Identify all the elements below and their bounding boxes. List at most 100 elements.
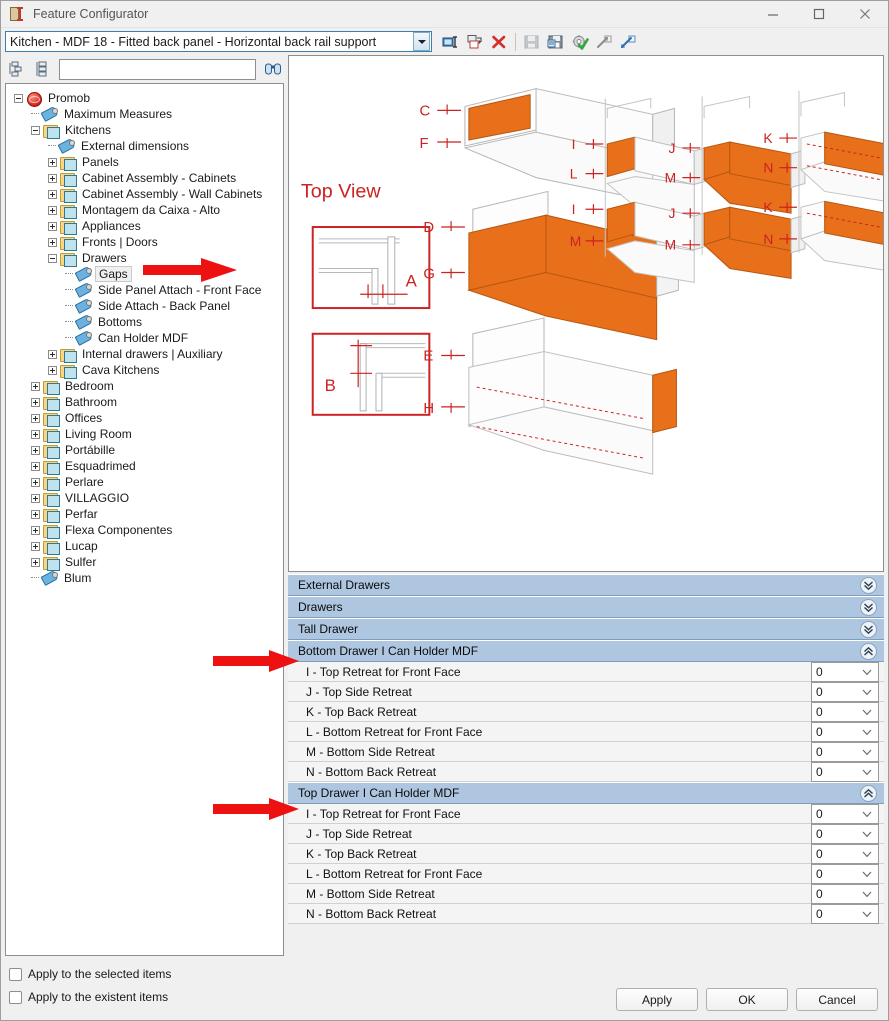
delete-icon[interactable] (487, 31, 511, 53)
expand-icon[interactable] (48, 221, 57, 231)
checkbox-box[interactable] (9, 967, 22, 981)
chevron-down-icon[interactable] (862, 907, 872, 921)
validate-settings-icon[interactable] (568, 31, 592, 53)
tree-item-side-attach-back-panel[interactable]: Side Attach - Back Panel (14, 298, 283, 314)
tree-item-montagem-da-caixa-alto[interactable]: Montagem da Caixa - Alto (14, 202, 283, 219)
property-value-dropdown[interactable]: 0 (811, 843, 879, 864)
tree-item-perfar[interactable]: Perfar (14, 506, 283, 523)
collapse-icon[interactable] (14, 93, 23, 103)
expand-icon[interactable] (48, 157, 57, 167)
tree-item-drawers[interactable]: Drawers (14, 250, 283, 267)
property-value-dropdown[interactable]: 0 (811, 681, 879, 702)
tree-item-promob[interactable]: Promob (14, 90, 283, 107)
apply-existent-checkbox[interactable]: Apply to the existent items (9, 990, 171, 1004)
save-as-icon[interactable] (544, 31, 568, 53)
tree-item-cabinet-assembly-wall-cabinets[interactable]: Cabinet Assembly - Wall Cabinets (14, 186, 283, 203)
property-value-dropdown[interactable]: 0 (811, 741, 879, 762)
tree-item-kitchens[interactable]: Kitchens (14, 122, 283, 139)
collapse-all-icon[interactable] (31, 58, 53, 80)
tree-item-perlare[interactable]: Perlare (14, 474, 283, 491)
property-value-dropdown[interactable]: 0 (811, 721, 879, 742)
chevron-down-icon[interactable] (862, 765, 872, 779)
tree-item-can-holder-mdf[interactable]: Can Holder MDF (14, 330, 283, 346)
chevron-double-down-icon[interactable] (860, 599, 877, 616)
collapse-icon[interactable] (31, 125, 40, 135)
configuration-combobox[interactable]: Kitchen - MDF 18 - Fitted back panel - H… (5, 31, 432, 52)
find-icon[interactable] (262, 58, 284, 80)
property-value-dropdown[interactable]: 0 (811, 803, 879, 824)
tree-item-gaps[interactable]: Gaps (14, 266, 283, 282)
expand-icon[interactable] (31, 381, 40, 391)
tree-item-panels[interactable]: Panels (14, 154, 283, 171)
chevron-double-up-icon[interactable] (860, 785, 877, 802)
tree-item-offices[interactable]: Offices (14, 410, 283, 427)
property-value-dropdown[interactable]: 0 (811, 701, 879, 722)
expand-icon[interactable] (31, 413, 40, 423)
chevron-down-icon[interactable] (862, 665, 872, 679)
tree-item-bathroom[interactable]: Bathroom (14, 394, 283, 411)
chevron-down-icon[interactable] (862, 847, 872, 861)
accordion-header-external-drawers[interactable]: External Drawers (288, 574, 884, 596)
save-icon[interactable] (520, 31, 544, 53)
property-value-dropdown[interactable]: 0 (811, 823, 879, 844)
chevron-down-icon[interactable] (862, 745, 872, 759)
tree-search-field[interactable] (60, 59, 255, 79)
apply-button[interactable]: Apply (616, 988, 698, 1011)
chevron-down-icon[interactable] (862, 827, 872, 841)
tree-search-input[interactable] (59, 58, 256, 80)
expand-icon[interactable] (31, 445, 40, 455)
chevron-down-icon[interactable] (862, 867, 872, 881)
tree-item-internal-drawers-auxiliary[interactable]: Internal drawers | Auxiliary (14, 346, 283, 363)
expand-icon[interactable] (48, 365, 57, 375)
cancel-button[interactable]: Cancel (796, 988, 878, 1011)
duplicate-icon[interactable] (463, 31, 487, 53)
tree-item-maximum-measures[interactable]: Maximum Measures (14, 106, 283, 122)
chevron-double-down-icon[interactable] (860, 577, 877, 594)
close-icon[interactable] (842, 1, 888, 28)
tree-item-bedroom[interactable]: Bedroom (14, 378, 283, 395)
accordion-header-tall-drawer[interactable]: Tall Drawer (288, 618, 884, 640)
accordion-header-top-drawer-i-can-holder-mdf[interactable]: Top Drawer I Can Holder MDF (288, 782, 884, 804)
tree-item-bottoms[interactable]: Bottoms (14, 314, 283, 330)
tree-item-port-bille[interactable]: Portábille (14, 442, 283, 459)
property-value-dropdown[interactable]: 0 (811, 863, 879, 884)
property-value-dropdown[interactable]: 0 (811, 661, 879, 682)
chevron-double-down-icon[interactable] (860, 621, 877, 638)
minimize-icon[interactable] (750, 1, 796, 28)
accordion-header-drawers[interactable]: Drawers (288, 596, 884, 618)
expand-icon[interactable] (31, 525, 40, 535)
apply-selected-checkbox[interactable]: Apply to the selected items (9, 967, 171, 981)
tree-item-fronts-doors[interactable]: Fronts | Doors (14, 234, 283, 251)
property-value-dropdown[interactable]: 0 (811, 761, 879, 782)
maximize-icon[interactable] (796, 1, 842, 28)
tree-item-blum[interactable]: Blum (14, 570, 283, 586)
expand-all-icon[interactable] (5, 58, 27, 80)
tree-item-external-dimensions[interactable]: External dimensions (14, 138, 283, 154)
property-value-dropdown[interactable]: 0 (811, 903, 879, 924)
tree-item-lucap[interactable]: Lucap (14, 538, 283, 555)
expand-icon[interactable] (48, 349, 57, 359)
property-value-dropdown[interactable]: 0 (811, 883, 879, 904)
tree-item-flexa-componentes[interactable]: Flexa Componentes (14, 522, 283, 539)
tree-item-cava-kitchens[interactable]: Cava Kitchens (14, 362, 283, 379)
feature-tree-panel[interactable]: Promob Maximum Measures Kitchens External d… (5, 83, 284, 956)
tree-item-cabinet-assembly-cabinets[interactable]: Cabinet Assembly - Cabinets (14, 170, 283, 187)
expand-icon[interactable] (48, 189, 57, 199)
accordion-header-bottom-drawer-i-can-holder-mdf[interactable]: Bottom Drawer I Can Holder MDF (288, 640, 884, 662)
chevron-down-icon[interactable] (862, 807, 872, 821)
chevron-down-icon[interactable] (862, 887, 872, 901)
ok-button[interactable]: OK (706, 988, 788, 1011)
chevron-down-icon[interactable] (862, 725, 872, 739)
export-icon[interactable] (592, 31, 616, 53)
tree-item-villaggio[interactable]: VILLAGGIO (14, 490, 283, 507)
expand-icon[interactable] (31, 477, 40, 487)
expand-icon[interactable] (31, 429, 40, 439)
expand-icon[interactable] (48, 173, 57, 183)
chevron-double-up-icon[interactable] (860, 643, 877, 660)
tree-item-side-panel-attach-front-face[interactable]: Side Panel Attach - Front Face (14, 282, 283, 298)
tree-item-esquadrimed[interactable]: Esquadrimed (14, 458, 283, 475)
expand-icon[interactable] (48, 205, 57, 215)
chevron-down-icon[interactable] (862, 705, 872, 719)
import-icon[interactable] (616, 31, 640, 53)
expand-icon[interactable] (31, 541, 40, 551)
